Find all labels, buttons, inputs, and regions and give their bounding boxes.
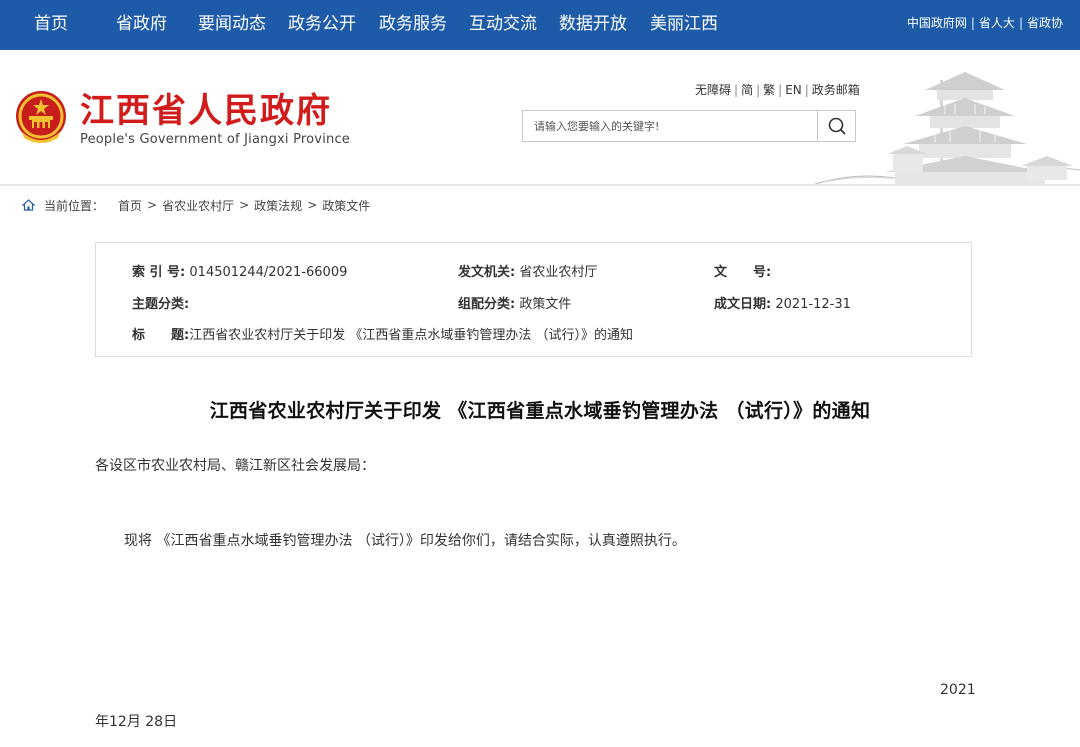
link-government-mail[interactable]: 政务邮箱: [812, 83, 860, 97]
site-title[interactable]: 江西省人民政府: [80, 83, 332, 132]
separator: |: [1018, 16, 1023, 30]
info-label: 成文日期:: [714, 297, 772, 312]
site-header: 江西省人民政府 People's Government of Jiangxi P…: [0, 50, 1080, 184]
nav-item-news[interactable]: 要闻动态: [198, 0, 266, 50]
info-value: 014501244/2021-66009: [189, 265, 348, 280]
top-external-links: 中国政府网 | 省人大 | 省政协: [907, 0, 1063, 46]
article-date-year: 2021: [940, 682, 976, 698]
utility-links: 无障碍 | 简 | 繁 | EN | 政务邮箱: [695, 81, 860, 98]
article-date-rest: 年12月 28日: [95, 714, 178, 730]
info-label: 标 题:: [132, 328, 190, 343]
separator: |: [734, 83, 739, 97]
separator: |: [804, 83, 809, 97]
search-icon: [828, 117, 846, 135]
breadcrumb: 当前位置： 首页 > 省农业农村厅 > 政策法规 > 政策文件: [22, 196, 370, 214]
breadcrumb-item-policy-documents[interactable]: 政策文件: [322, 197, 370, 214]
info-index-number: 索 引 号: 014501244/2021-66009: [132, 261, 347, 280]
info-label: 文 号:: [714, 265, 772, 280]
info-topic-category: 主题分类:: [132, 293, 189, 312]
breadcrumb-item-agriculture-dept[interactable]: 省农业农村厅: [162, 197, 234, 214]
info-issuing-authority: 发文机关: 省农业农村厅: [458, 261, 597, 280]
info-value: 政策文件: [519, 297, 572, 312]
info-title: 标 题:江西省农业农村厅关于印发 《江西省重点水域垂钓管理办法 （试行）》的通知: [132, 324, 633, 343]
separator: |: [970, 16, 975, 30]
breadcrumb-separator: >: [307, 198, 318, 212]
separator: |: [778, 83, 783, 97]
link-gov-cn[interactable]: 中国政府网: [907, 16, 967, 30]
nav-item-open-data[interactable]: 数据开放: [559, 0, 627, 50]
breadcrumb-label: 当前位置：: [44, 198, 105, 213]
info-assembly-category: 组配分类: 政策文件: [458, 293, 571, 312]
info-value: 江西省农业农村厅关于印发 《江西省重点水域垂钓管理办法 （试行）》的通知: [189, 328, 633, 343]
info-value: 2021-12-31: [775, 297, 851, 312]
info-written-date: 成文日期: 2021-12-31: [714, 293, 851, 312]
link-provincial-cppcc[interactable]: 省政协: [1027, 16, 1063, 30]
breadcrumb-separator: >: [147, 198, 158, 212]
link-provincial-congress[interactable]: 省人大: [979, 16, 1015, 30]
article-body-paragraph: 现将 《江西省重点水域垂钓管理办法 （试行）》印发给你们，请结合实际，认真遵照执…: [124, 533, 686, 549]
nav-item-provincial-government[interactable]: 省政府: [116, 0, 167, 50]
info-label: 发文机关:: [458, 265, 516, 280]
header-divider: [0, 184, 1080, 186]
breadcrumb-separator: >: [239, 198, 250, 212]
info-value: 省农业农村厅: [519, 265, 598, 280]
link-accessibility[interactable]: 无障碍: [695, 83, 731, 97]
nav-item-home[interactable]: 首页: [34, 0, 68, 50]
article-salutation: 各设区市农业农村局、赣江新区社会发展局：: [95, 458, 375, 474]
info-label: 主题分类:: [132, 297, 190, 312]
search-button[interactable]: [817, 111, 855, 141]
breadcrumb-item-policies-regulations[interactable]: 政策法规: [254, 197, 302, 214]
nav-item-beautiful-jiangxi[interactable]: 美丽江西: [650, 0, 718, 50]
site-subtitle: People's Government of Jiangxi Province: [80, 132, 350, 147]
info-label: 组配分类:: [458, 297, 516, 312]
article-title: 江西省农业农村厅关于印发 《江西省重点水域垂钓管理办法 （试行）》的通知: [209, 400, 871, 422]
national-emblem-icon[interactable]: [12, 86, 70, 148]
link-traditional-chinese[interactable]: 繁: [763, 83, 775, 97]
document-info-box: 索 引 号: 014501244/2021-66009 发文机关: 省农业农村厅…: [95, 242, 972, 357]
breadcrumb-item-home[interactable]: 首页: [118, 197, 142, 214]
link-simplified-chinese[interactable]: 简: [741, 83, 753, 97]
home-icon: [22, 199, 35, 211]
nav-item-government-services[interactable]: 政务服务: [379, 0, 447, 50]
info-label: 索 引 号:: [132, 265, 186, 280]
search-box: [522, 110, 856, 142]
nav-item-government-affairs[interactable]: 政务公开: [288, 0, 356, 50]
search-input[interactable]: [523, 111, 819, 141]
info-document-number: 文 号:: [714, 261, 771, 280]
top-navigation-bar: 首页 省政府 要闻动态 政务公开 政务服务 互动交流 数据开放 美丽江西 中国政…: [0, 0, 1080, 50]
separator: |: [756, 83, 761, 97]
nav-item-interaction[interactable]: 互动交流: [469, 0, 537, 50]
link-english[interactable]: EN: [785, 83, 802, 97]
